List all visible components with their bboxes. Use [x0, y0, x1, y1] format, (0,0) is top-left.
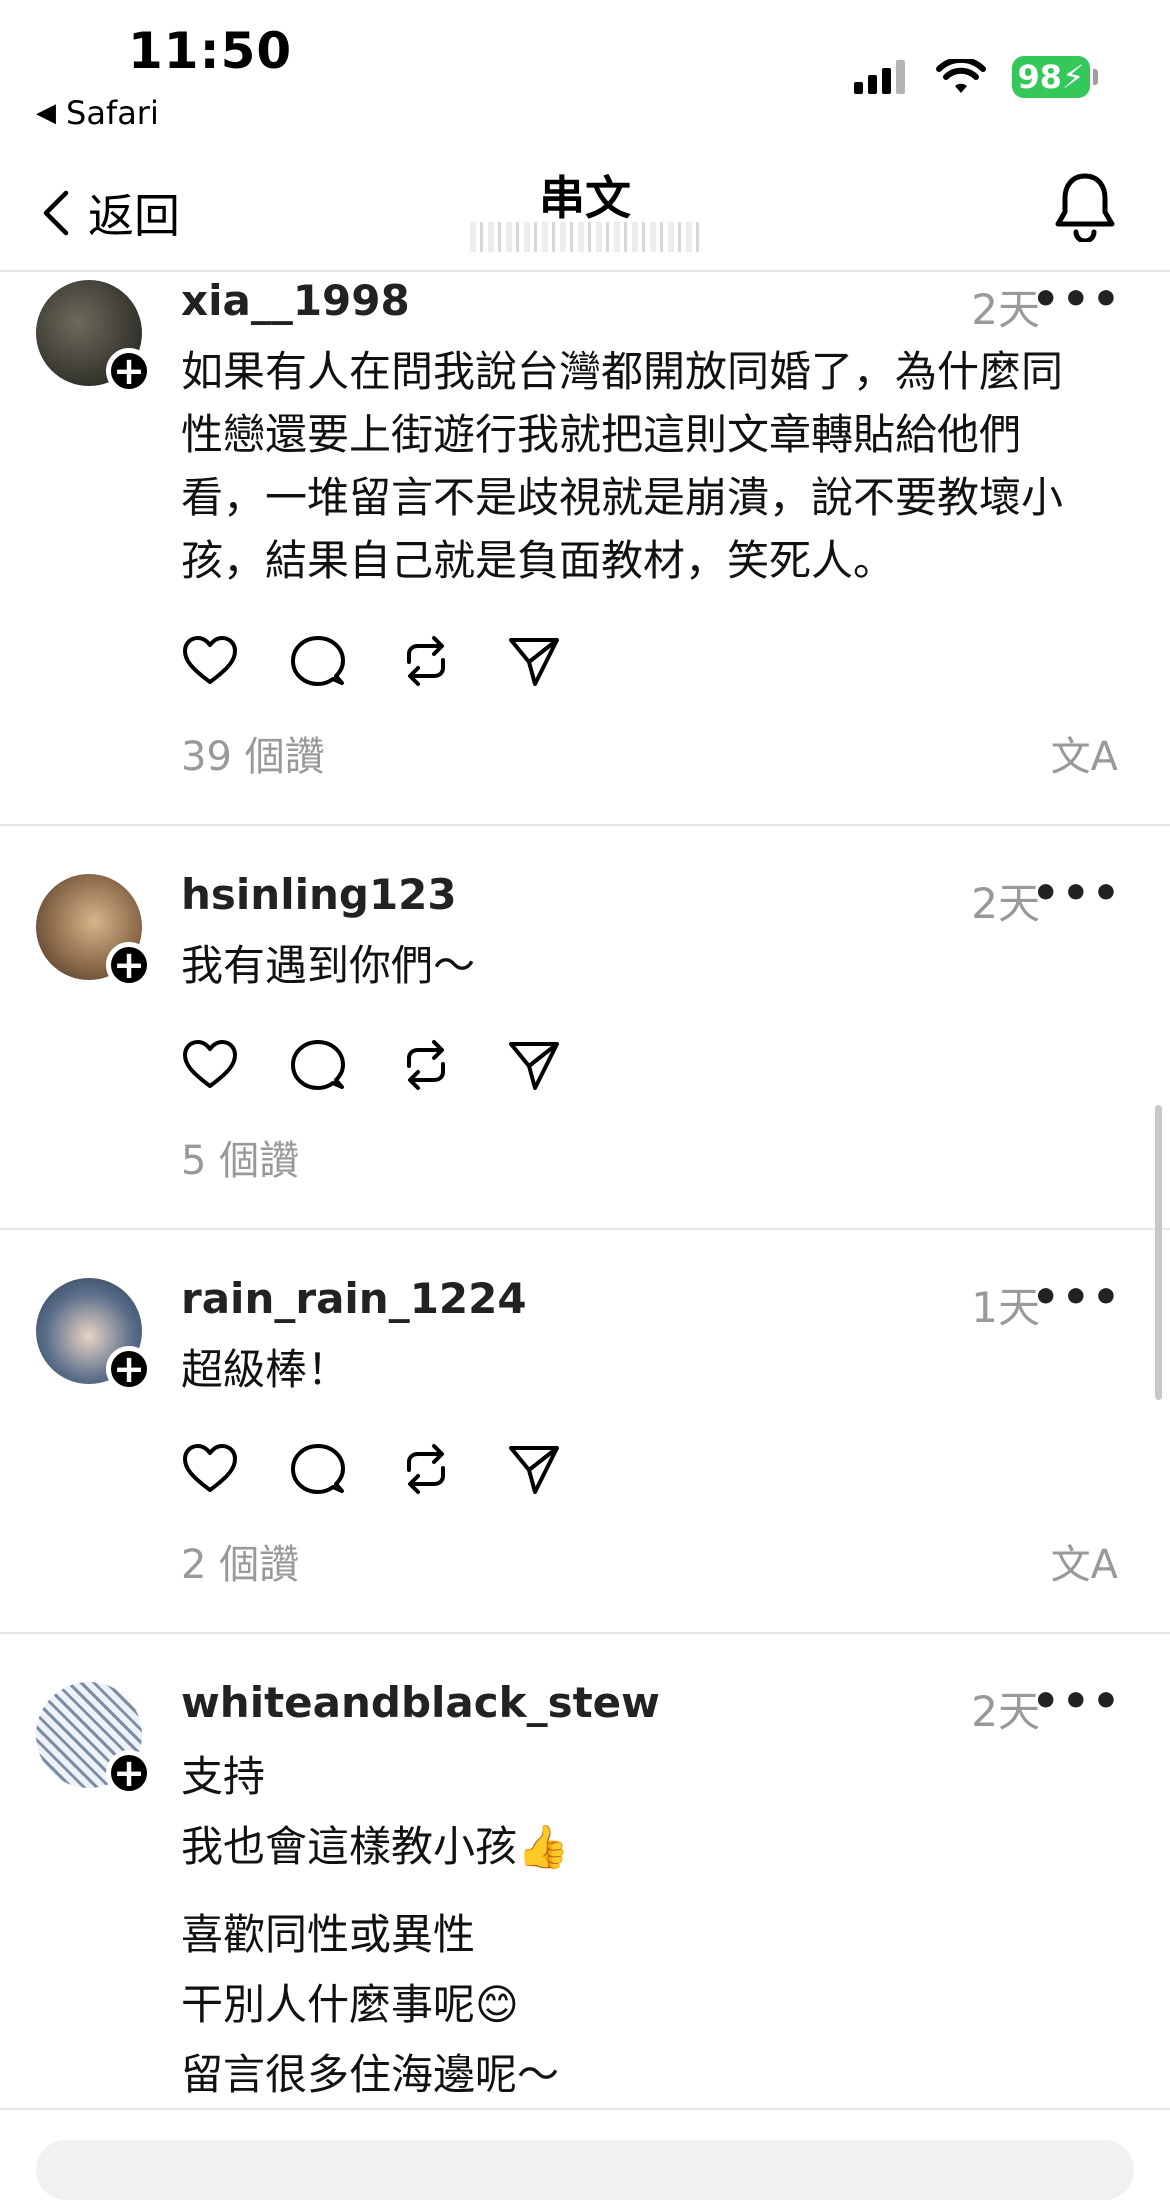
translate-icon[interactable]: 文A [1051, 724, 1118, 782]
repost-icon[interactable] [397, 632, 455, 690]
repost-icon[interactable] [397, 1036, 455, 1094]
text-line: 孩，結果自己就是負面教材，笑死人。 [181, 536, 896, 585]
comment-icon[interactable] [289, 1036, 347, 1094]
action-bar [181, 1036, 563, 1094]
text-line: 我也會這樣教小孩👍 [181, 1822, 570, 1871]
like-count[interactable]: 39 個讚 [181, 724, 325, 782]
comment-icon[interactable] [289, 632, 347, 690]
timestamp: 2天 [971, 285, 1040, 334]
text-line: 看，一堆留言不是歧視就是崩潰，說不要教壞小 [181, 473, 1064, 522]
reply-input-bar[interactable] [36, 2140, 1134, 2200]
heart-icon[interactable] [181, 632, 239, 690]
timestamp: 1天 [971, 1283, 1040, 1332]
username[interactable]: xia__1998 [181, 276, 410, 325]
text-line: 留言很多住海邊呢～ [181, 2050, 560, 2099]
reply-post: + rain_rain_1224 1天 ••• 超級棒！ 2 個讚 文A [0, 1230, 1170, 1634]
post-text: 超級棒！ [181, 1338, 1141, 1401]
follow-plus-button[interactable]: + [106, 1750, 152, 1796]
text-line: 干別人什麼事呢😊 [181, 1980, 519, 2029]
bell-icon[interactable] [1052, 170, 1118, 242]
blurred-subtitle [470, 222, 700, 252]
more-options-icon[interactable]: ••• [1032, 1676, 1122, 1727]
wifi-icon [936, 59, 986, 93]
reply-post: + whiteandblack_stew 2天 ••• 支持 我也會這樣教小孩👍… [0, 1634, 1170, 2110]
action-bar [181, 632, 563, 690]
back-to-safari[interactable]: ◀ Safari [36, 94, 159, 132]
share-icon[interactable] [505, 1036, 563, 1094]
follow-plus-button[interactable]: + [106, 348, 152, 394]
share-icon[interactable] [505, 1440, 563, 1498]
text-line: 如果有人在問我說台灣都開放同婚了，為什麼同 [181, 347, 1064, 396]
share-icon[interactable] [505, 632, 563, 690]
more-options-icon[interactable]: ••• [1032, 868, 1122, 919]
post-text: 我有遇到你們～ [181, 934, 1141, 997]
follow-plus-button[interactable]: + [106, 1346, 152, 1392]
text-line: 性戀還要上街遊行我就把這則文章轉貼給他們 [181, 410, 1022, 459]
status-time: 11:50 [128, 22, 293, 80]
repost-icon[interactable] [397, 1440, 455, 1498]
like-count[interactable]: 2 個讚 [181, 1532, 299, 1590]
text-line: 喜歡同性或異性 [181, 1910, 476, 1959]
text-line: 超級棒！ [181, 1345, 350, 1394]
status-bar: 11:50 ◀ Safari 98 ⚡ [0, 0, 1170, 140]
back-app-label: Safari [66, 94, 159, 132]
comment-icon[interactable] [289, 1440, 347, 1498]
follow-plus-button[interactable]: + [106, 942, 152, 988]
timestamp: 2天 [971, 1687, 1040, 1736]
text-line: 支持 [181, 1752, 266, 1801]
heart-icon[interactable] [181, 1440, 239, 1498]
like-count[interactable]: 5 個讚 [181, 1128, 299, 1186]
username[interactable]: hsinling123 [181, 870, 457, 919]
page-title: 串文 [539, 171, 631, 225]
more-options-icon[interactable]: ••• [1032, 274, 1122, 325]
translate-icon[interactable]: 文A [1051, 1532, 1118, 1590]
battery-level: 98 [1017, 58, 1063, 96]
status-indicators: 98 ⚡ [854, 56, 1098, 98]
reply-post: + xia__1998 2天 ••• 如果有人在問我說台灣都開放同婚了，為什麼同… [0, 272, 1170, 826]
scrollbar[interactable] [1155, 1105, 1162, 1400]
text-line: 我有遇到你們～ [181, 941, 476, 990]
timestamp: 2天 [971, 879, 1040, 928]
username[interactable]: rain_rain_1224 [181, 1274, 527, 1323]
post-text: 支持 我也會這樣教小孩👍 喜歡同性或異性 干別人什麼事呢😊 留言很多住海邊呢～ [181, 1742, 1141, 2110]
reply-post: + hsinling123 2天 ••• 我有遇到你們～ 5 個讚 [0, 826, 1170, 1230]
action-bar [181, 1440, 563, 1498]
post-text: 如果有人在問我說台灣都開放同婚了，為什麼同 性戀還要上街遊行我就把這則文章轉貼給… [181, 340, 1141, 592]
nav-bar: 返回 串文 [0, 140, 1170, 272]
heart-icon[interactable] [181, 1036, 239, 1094]
battery-indicator: 98 ⚡ [1012, 56, 1098, 98]
signal-icon [854, 60, 905, 94]
more-options-icon[interactable]: ••• [1032, 1272, 1122, 1323]
back-triangle-icon: ◀ [36, 98, 56, 128]
username[interactable]: whiteandblack_stew [181, 1678, 660, 1727]
